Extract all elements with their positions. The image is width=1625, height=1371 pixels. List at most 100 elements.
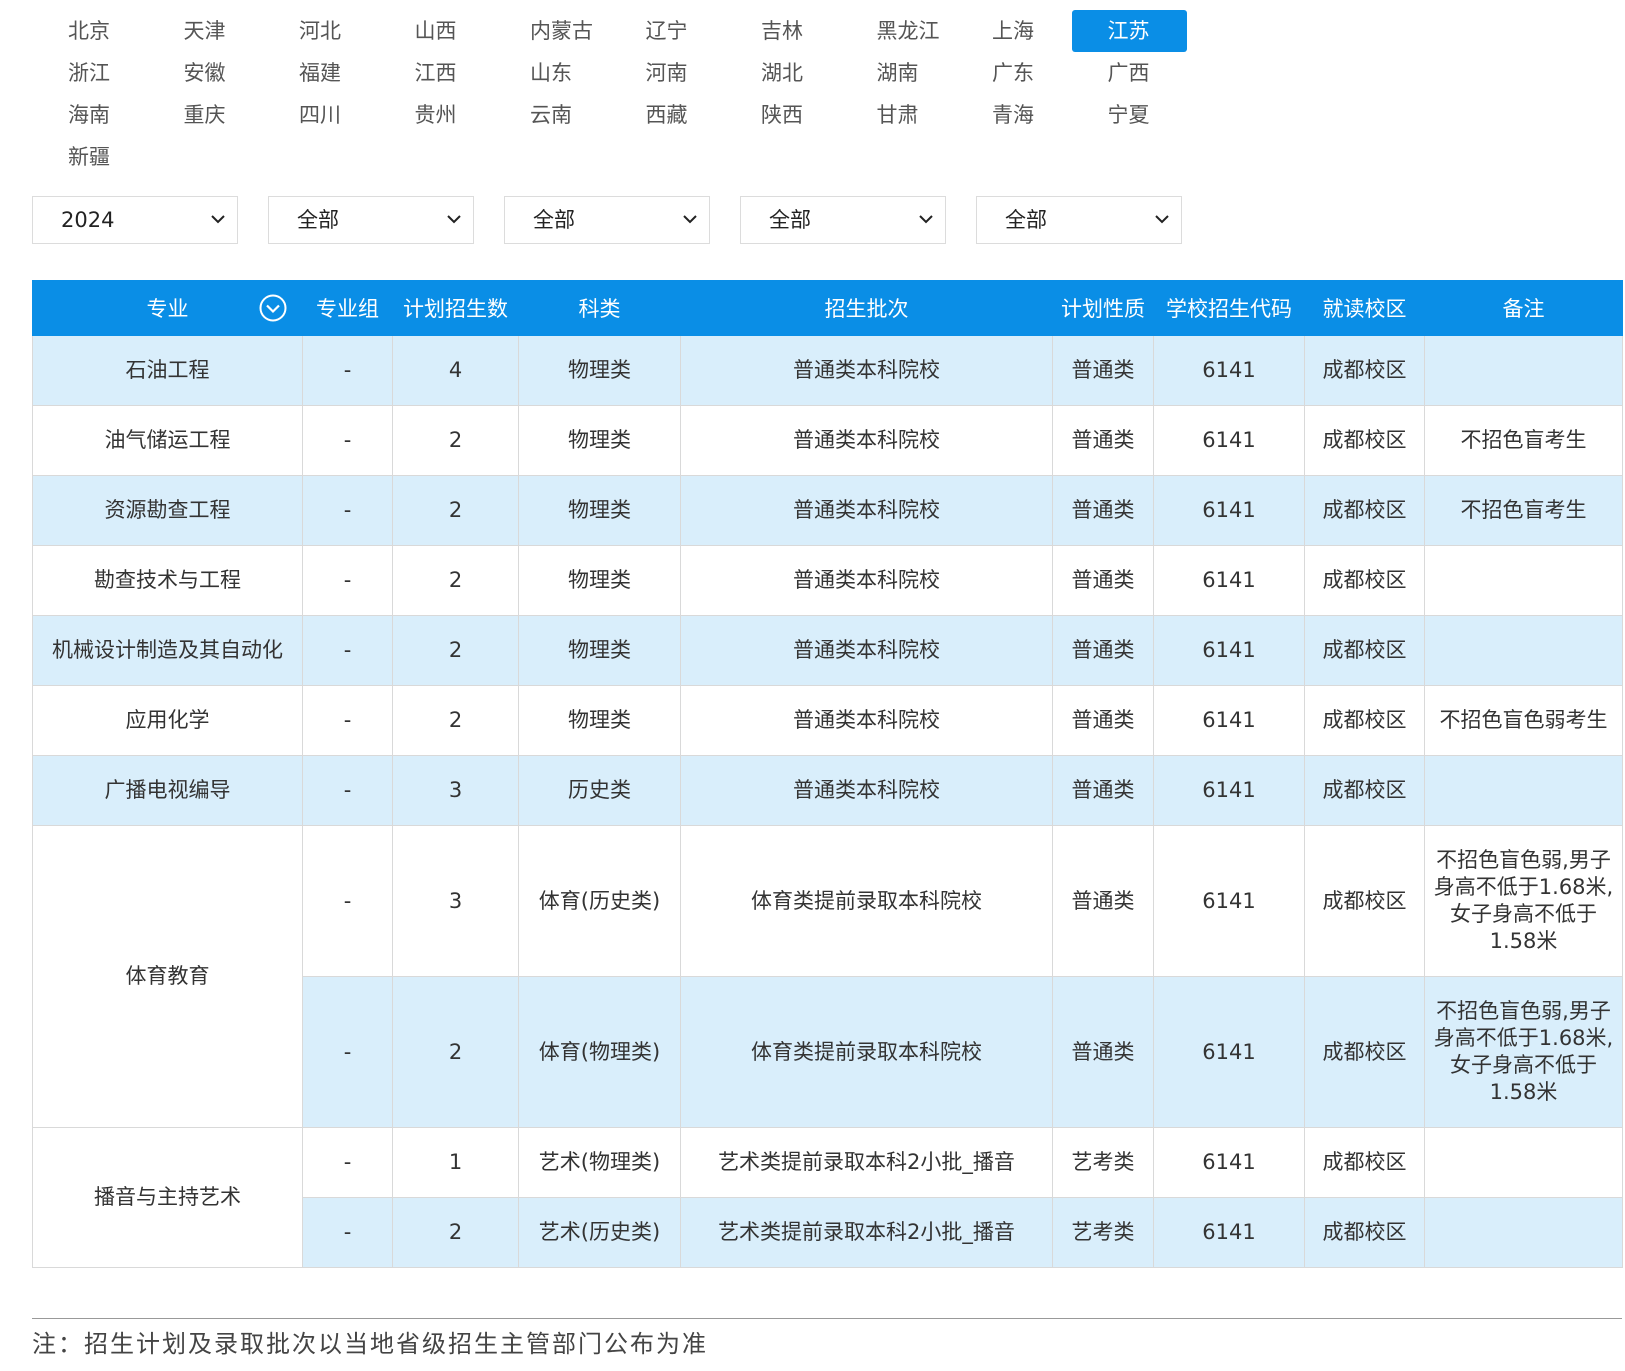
province-item[interactable]: 四川 xyxy=(263,94,379,136)
cell-code: 6141 xyxy=(1153,335,1305,406)
cell-campus: 成都校区 xyxy=(1304,976,1425,1128)
cell-group: - xyxy=(302,1127,393,1198)
cell-batch: 艺术类提前录取本科2小批_播音 xyxy=(680,1127,1053,1198)
province-item[interactable]: 广西 xyxy=(1072,52,1188,94)
province-item[interactable]: 江西 xyxy=(379,52,495,94)
table-header-row: 专业 专业组 计划招生数 科类 招生批次 计划性质 学校招生代码 就读校区 备注 xyxy=(32,280,1623,336)
cell-major: 机械设计制造及其自动化 xyxy=(32,615,303,686)
cell-count: 2 xyxy=(392,615,519,686)
filter-select-2-value: 全部 xyxy=(533,208,575,232)
cell-code: 6141 xyxy=(1153,1127,1305,1198)
enrollment-table-container: 专业 专业组 计划招生数 科类 招生批次 计划性质 学校招生代码 就读校区 备注… xyxy=(32,280,1623,1268)
cell-note xyxy=(1424,615,1623,686)
cell-category: 历史类 xyxy=(518,755,681,826)
enrollment-plan-table: 专业 专业组 计划招生数 科类 招生批次 计划性质 学校招生代码 就读校区 备注… xyxy=(32,280,1623,1268)
cell-campus: 成都校区 xyxy=(1304,1127,1425,1198)
province-item[interactable]: 河北 xyxy=(263,10,379,52)
table-row: 机械设计制造及其自动化 - 2 物理类 普通类本科院校 普通类 6141 成都校… xyxy=(32,615,1623,686)
cell-batch: 普通类本科院校 xyxy=(680,615,1053,686)
province-item[interactable]: 陕西 xyxy=(725,94,841,136)
cell-category: 物理类 xyxy=(518,685,681,756)
cell-count: 2 xyxy=(392,1197,519,1268)
province-item[interactable]: 甘肃 xyxy=(841,94,957,136)
province-item[interactable]: 天津 xyxy=(148,10,264,52)
province-item[interactable]: 云南 xyxy=(494,94,610,136)
chevron-circle-down-icon[interactable] xyxy=(258,293,288,323)
header-count: 计划招生数 xyxy=(392,280,519,336)
chevron-down-icon xyxy=(919,215,933,224)
province-item[interactable]: 河南 xyxy=(610,52,726,94)
province-item[interactable]: 辽宁 xyxy=(610,10,726,52)
filter-select-2[interactable]: 全部 xyxy=(504,196,710,244)
cell-category: 物理类 xyxy=(518,545,681,616)
header-major[interactable]: 专业 xyxy=(32,280,303,336)
province-item[interactable]: 山东 xyxy=(494,52,610,94)
province-item[interactable]: 吉林 xyxy=(725,10,841,52)
cell-major: 油气储运工程 xyxy=(32,405,303,476)
cell-campus: 成都校区 xyxy=(1304,755,1425,826)
province-item[interactable]: 重庆 xyxy=(148,94,264,136)
cell-batch: 普通类本科院校 xyxy=(680,685,1053,756)
cell-category: 艺术(历史类) xyxy=(518,1197,681,1268)
chevron-down-icon xyxy=(683,215,697,224)
cell-nature: 普通类 xyxy=(1052,405,1154,476)
province-item[interactable]: 西藏 xyxy=(610,94,726,136)
province-item[interactable]: 江苏 xyxy=(1071,10,1187,52)
province-item[interactable]: 广东 xyxy=(956,52,1072,94)
province-item[interactable]: 内蒙古 xyxy=(494,10,610,52)
cell-note: 不招色盲考生 xyxy=(1424,405,1623,476)
province-item[interactable]: 青海 xyxy=(956,94,1072,136)
filter-bar: 2024 全部 全部 全部 全部 xyxy=(32,196,1232,244)
cell-note xyxy=(1424,1197,1623,1268)
header-category: 科类 xyxy=(518,280,681,336)
year-select[interactable]: 2024 xyxy=(32,196,238,244)
cell-group: - xyxy=(302,335,393,406)
header-group: 专业组 xyxy=(302,280,393,336)
cell-group: - xyxy=(302,976,393,1128)
province-item[interactable]: 新疆 xyxy=(32,136,148,178)
province-item[interactable]: 宁夏 xyxy=(1072,94,1188,136)
cell-code: 6141 xyxy=(1153,475,1305,546)
cell-nature: 普通类 xyxy=(1052,335,1154,406)
cell-campus: 成都校区 xyxy=(1304,475,1425,546)
filter-select-1[interactable]: 全部 xyxy=(268,196,474,244)
filter-select-1-value: 全部 xyxy=(297,208,339,232)
province-item[interactable]: 山西 xyxy=(379,10,495,52)
cell-nature: 普通类 xyxy=(1052,685,1154,756)
province-item[interactable]: 北京 xyxy=(32,10,148,52)
province-selector: 北京 天津 河北 山西 内蒙古 辽宁 吉林 黑龙江 上海 江苏浙江 安徽 福建 江西 山东 河南 湖北 湖南 广东… xyxy=(32,10,1212,178)
province-item[interactable]: 浙江 xyxy=(32,52,148,94)
cell-nature: 普通类 xyxy=(1052,825,1154,977)
cell-nature: 艺考类 xyxy=(1052,1197,1154,1268)
province-item[interactable]: 贵州 xyxy=(379,94,495,136)
cell-batch: 普通类本科院校 xyxy=(680,545,1053,616)
table-row: 广播电视编导 - 3 历史类 普通类本科院校 普通类 6141 成都校区 xyxy=(32,755,1623,826)
chevron-down-icon xyxy=(447,215,461,224)
table-row: 体育教育 - 3 体育(历史类) 体育类提前录取本科院校 普通类 6141 成都… xyxy=(32,825,1623,1128)
province-item[interactable]: 福建 xyxy=(263,52,379,94)
cell-major: 体育教育 xyxy=(32,825,303,1128)
table-row: 勘查技术与工程 - 2 物理类 普通类本科院校 普通类 6141 成都校区 xyxy=(32,545,1623,616)
province-item[interactable]: 上海 xyxy=(956,10,1072,52)
cell-code: 6141 xyxy=(1153,405,1305,476)
cell-category: 物理类 xyxy=(518,405,681,476)
province-item[interactable]: 黑龙江 xyxy=(841,10,957,52)
cell-group: - xyxy=(302,825,393,977)
province-item[interactable]: 湖南 xyxy=(841,52,957,94)
table-row: 播音与主持艺术 - 1 艺术(物理类) 艺术类提前录取本科2小批_播音 艺考类 … xyxy=(32,1127,1623,1268)
cell-category: 物理类 xyxy=(518,475,681,546)
province-item[interactable]: 海南 xyxy=(32,94,148,136)
province-item[interactable]: 安徽 xyxy=(148,52,264,94)
cell-batch: 普通类本科院校 xyxy=(680,475,1053,546)
year-select-value: 2024 xyxy=(61,208,115,232)
cell-code: 6141 xyxy=(1153,755,1305,826)
cell-group: - xyxy=(302,615,393,686)
filter-select-4[interactable]: 全部 xyxy=(976,196,1182,244)
cell-count: 4 xyxy=(392,335,519,406)
cell-batch: 体育类提前录取本科院校 xyxy=(680,825,1053,977)
cell-note: 不招色盲色弱,男子身高不低于1.68米,女子身高不低于1.58米 xyxy=(1424,825,1623,977)
province-item[interactable]: 湖北 xyxy=(725,52,841,94)
cell-count: 3 xyxy=(392,825,519,977)
filter-select-3[interactable]: 全部 xyxy=(740,196,946,244)
cell-category: 艺术(物理类) xyxy=(518,1127,681,1198)
